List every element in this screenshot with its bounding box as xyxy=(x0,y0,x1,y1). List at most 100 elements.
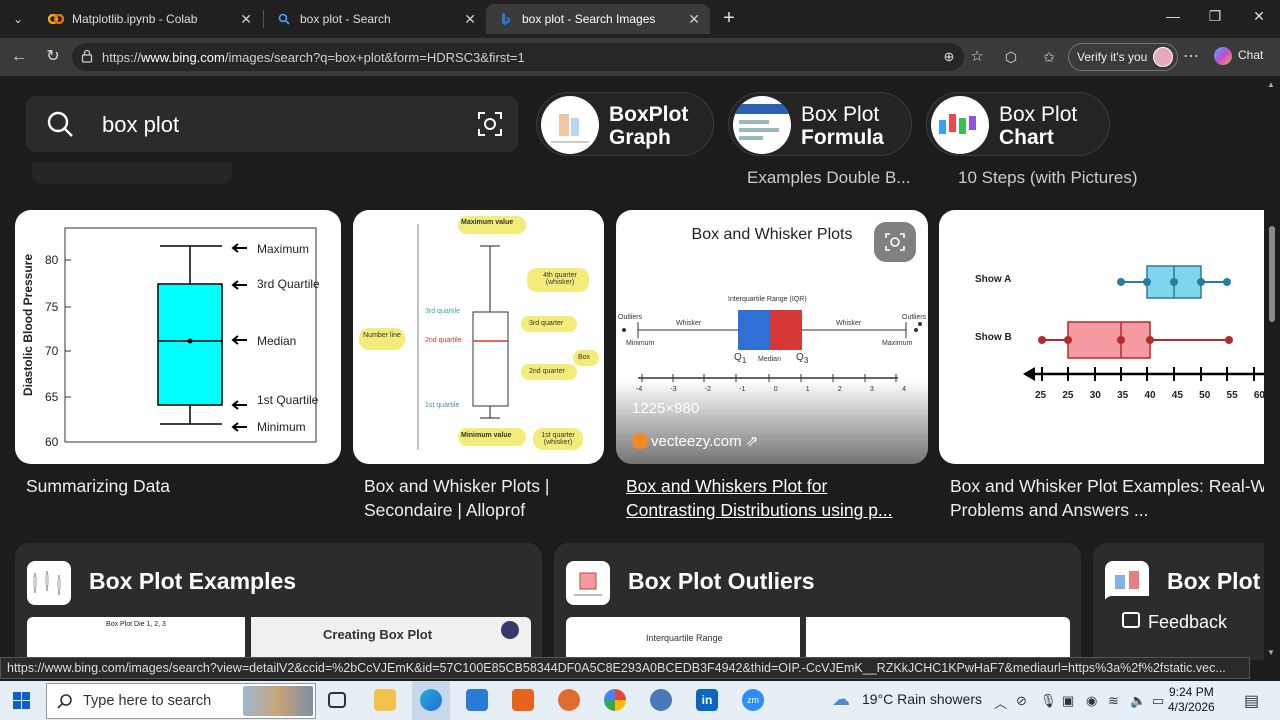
tick-label: 0 xyxy=(773,386,778,393)
series-label: Show B xyxy=(975,332,1012,343)
profile-verify-button[interactable]: Verify it's you xyxy=(1068,43,1179,71)
vscode-icon[interactable] xyxy=(466,689,488,711)
notifications-icon[interactable]: ▤ xyxy=(1244,691,1259,711)
group-image[interactable]: Interquartile Range xyxy=(566,617,800,660)
result-caption[interactable]: Summarizing Data xyxy=(26,474,170,498)
microphone-icon[interactable]: 🎙 xyxy=(1040,693,1057,709)
address-toolbar: ← ↻ https://www.bing.com/images/search?q… xyxy=(0,38,1280,76)
camera-icon[interactable]: ◉ xyxy=(1086,693,1097,709)
favorites-icon[interactable]: ✩ xyxy=(1038,46,1060,68)
weather-widget[interactable]: 19°C Rain showers xyxy=(862,691,982,707)
related-search-boxplot-graph[interactable]: BoxPlot Graph xyxy=(536,92,714,156)
minimize-button[interactable]: — xyxy=(1158,8,1188,24)
image-result-1[interactable]: Diastolic Blood Pressure 80 75 70 65 60 … xyxy=(15,210,341,464)
chrome-icon[interactable] xyxy=(604,689,626,711)
annotation: Median xyxy=(257,334,297,348)
zoom-app-icon[interactable]: zm xyxy=(742,689,764,711)
annotation: Number line xyxy=(363,332,401,339)
annotation: Minimum xyxy=(257,420,306,434)
lock-icon[interactable] xyxy=(80,49,94,63)
restore-button[interactable]: ❐ xyxy=(1200,8,1230,25)
group-image[interactable] xyxy=(806,617,1070,660)
show-hidden-icons-icon[interactable]: ︿ xyxy=(994,693,1007,712)
clock[interactable]: 9:24 PM 4/3/2026 xyxy=(1168,685,1215,715)
close-icon[interactable]: ✕ xyxy=(688,11,700,28)
annotation: Q3 xyxy=(796,352,809,365)
thumbnail-title: Box and Whisker Plots xyxy=(691,226,853,243)
tick-label: -3 xyxy=(670,386,677,393)
tick-label: 65 xyxy=(45,390,59,404)
logo-icon xyxy=(501,621,519,639)
group-card-outliers[interactable]: Box Plot Outliers Interquartile Range xyxy=(554,543,1081,660)
task-view-icon[interactable] xyxy=(328,692,346,708)
zoom-icon[interactable]: ⊕ xyxy=(938,46,960,68)
partial-caption[interactable]: 10 Steps (with Pictures) xyxy=(958,168,1138,188)
taskbar-search-box[interactable]: Type here to search xyxy=(46,683,316,719)
tab-bing-images[interactable]: box plot - Search Images ✕ xyxy=(486,4,710,34)
app-icon[interactable] xyxy=(512,689,534,711)
image-dimensions: 1225×980 xyxy=(632,400,700,417)
related-label: Graph xyxy=(609,126,671,149)
group-card-examples[interactable]: Box Plot Examples Box Plot Die 1, 2, 3 C… xyxy=(15,543,542,660)
wifi-icon[interactable]: ≋ xyxy=(1108,693,1119,709)
scroll-down-icon[interactable]: ▼ xyxy=(1267,648,1275,657)
vecteezy-icon xyxy=(632,433,648,449)
related-search-boxplot-chart[interactable]: Box Plot Chart xyxy=(926,92,1110,156)
new-tab-button[interactable]: + xyxy=(718,6,740,30)
volume-icon[interactable]: 🔈 xyxy=(1130,693,1146,709)
image-result-2[interactable]: Maximum value 4th quarter (whisker) 3rd … xyxy=(353,210,604,464)
result-caption[interactable]: Box and Whisker Plots | Secondaire | Allo… xyxy=(364,474,549,522)
search-input[interactable]: box plot xyxy=(102,112,179,138)
scrollbar-thumb[interactable] xyxy=(1269,226,1275,322)
display-icon[interactable]: ▣ xyxy=(1062,693,1074,709)
weather-icon[interactable]: ☁ xyxy=(832,689,850,710)
refresh-button[interactable]: ↻ xyxy=(42,46,64,68)
search-icon[interactable] xyxy=(46,110,74,138)
close-window-button[interactable]: ✕ xyxy=(1244,8,1274,25)
result-caption[interactable]: Box and Whiskers Plot for Contrasting Dis… xyxy=(626,474,893,522)
caption-line: Box and Whisker Plot Examples: Real-W xyxy=(950,476,1264,496)
image-result-3[interactable]: Box and Whisker Plots Interquartile Rang… xyxy=(616,210,928,464)
axis-ticks: -4 -3 -2 -1 0 1 2 3 4 xyxy=(636,386,906,393)
file-explorer-icon[interactable] xyxy=(374,689,396,711)
annotation: 3rd Quartile xyxy=(257,277,320,291)
app-icon[interactable] xyxy=(558,689,580,711)
group-image[interactable]: Creating Box Plot xyxy=(251,617,531,660)
address-bar[interactable]: https://www.bing.com/images/search?q=box… xyxy=(72,43,984,71)
visual-search-icon[interactable] xyxy=(884,232,906,252)
extensions-icon[interactable]: ⬡ xyxy=(1000,46,1022,68)
search-box[interactable]: box plot xyxy=(26,96,518,152)
caption-line: Secondaire | Alloprof xyxy=(364,500,526,520)
image-source[interactable]: vecteezy.com ⇗ xyxy=(632,432,758,450)
chat-label: Chat xyxy=(1238,48,1264,63)
scroll-up-icon[interactable]: ▲ xyxy=(1267,80,1275,89)
linkedin-icon[interactable]: in xyxy=(696,689,718,711)
close-icon[interactable]: ✕ xyxy=(240,11,252,28)
back-button[interactable]: ← xyxy=(8,46,30,68)
url-path: /images/search?q=box+plot&form=HDRSC3&fi… xyxy=(224,50,525,65)
more-menu-icon[interactable]: ⋯ xyxy=(1180,46,1202,68)
close-icon[interactable]: ✕ xyxy=(464,11,476,28)
tab-colab[interactable]: Matplotlib.ipynb - Colab ✕ xyxy=(36,4,262,34)
group-image[interactable]: Box Plot Die 1, 2, 3 xyxy=(27,617,245,660)
edge-icon[interactable] xyxy=(420,689,442,711)
related-search-boxplot-formula[interactable]: Box Plot Formula xyxy=(728,92,912,156)
copilot-chat-button[interactable]: Chat xyxy=(1214,47,1263,65)
app-icon[interactable] xyxy=(650,689,672,711)
battery-icon[interactable]: ▭ xyxy=(1152,693,1164,709)
windows-start-icon[interactable] xyxy=(13,692,30,709)
partial-caption[interactable]: Examples Double B... xyxy=(747,168,910,188)
result-caption[interactable]: Box and Whisker Plot Examples: Real-W Pro… xyxy=(950,474,1264,522)
page-scrollbar[interactable]: ▲ ▼ xyxy=(1264,76,1280,660)
tab-bing-search[interactable]: box plot - Search ✕ xyxy=(264,4,486,34)
image-result-4[interactable]: Show A Show B 25 25 30 35 40 45 50 55 60 xyxy=(939,210,1264,464)
clock-time: 9:24 PM xyxy=(1169,685,1214,699)
search-icon xyxy=(57,694,72,709)
favorite-star-icon[interactable]: ☆ xyxy=(966,46,988,68)
annotation: Interquartile Range (IQR) xyxy=(728,296,807,303)
tab-actions-menu-button[interactable]: ⌄ xyxy=(6,8,30,30)
network-off-icon[interactable]: ⊘ xyxy=(1016,693,1027,709)
feedback-button[interactable]: Feedback xyxy=(1104,596,1244,648)
visual-search-icon[interactable] xyxy=(476,110,504,138)
url-text[interactable]: https://www.bing.com/images/search?q=box… xyxy=(102,50,525,65)
